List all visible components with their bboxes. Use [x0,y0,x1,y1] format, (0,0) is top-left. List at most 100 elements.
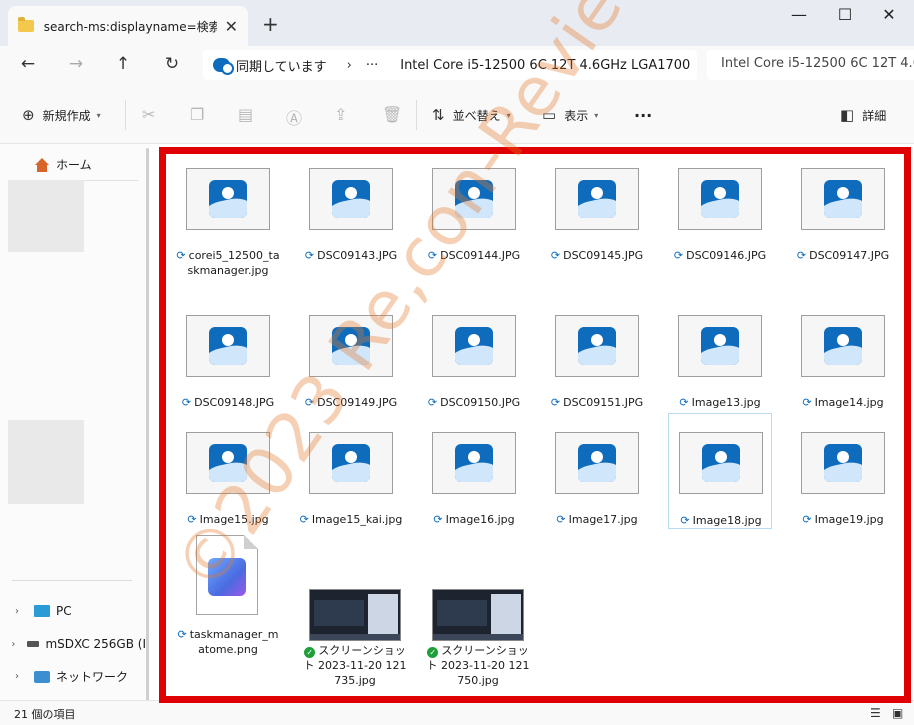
forward-arrow-icon[interactable]: → [64,54,88,74]
close-button[interactable]: ✕ [866,4,912,32]
screenshot-thumbnail [432,589,524,641]
tab-search-results[interactable]: search-ms:displayname=検索結果 ✕ [8,6,248,46]
syncing-icon: ⟳ [427,396,438,409]
chevron-right-icon[interactable]: › [0,639,27,650]
chevron-down-icon: ▾ [594,110,599,120]
breadcrumb-syncing[interactable]: 同期しています [236,56,327,75]
minimize-button[interactable]: — [776,4,822,32]
photo-icon [578,444,616,482]
file-name: ⟳ Image15_kai.jpg [299,512,403,527]
file-name-text: DSC09144.JPG [440,249,521,262]
breadcrumb-more[interactable]: ··· [366,58,378,73]
sort-icon: ⇅ [432,106,445,124]
file-item[interactable]: ⟳ Image17.jpg [545,432,649,572]
syncing-icon: ⟳ [176,249,186,262]
up-arrow-icon[interactable]: ↑ [111,54,135,74]
new-tab-button[interactable]: + [262,12,279,36]
file-name: ⟳ DSC09149.JPG [299,395,403,410]
chevron-down-icon: ▾ [506,110,511,120]
share-icon[interactable]: ⇪ [334,105,347,124]
item-count: 21 個の項目 [14,708,76,721]
file-item[interactable]: ⟳ DSC09145.JPG [545,168,649,308]
details-view-icon[interactable]: ☰ [870,706,881,720]
paste-icon[interactable]: ▤ [238,105,253,124]
details-label: 詳細 [862,108,887,123]
cut-icon[interactable]: ✂ [142,105,155,124]
refresh-icon[interactable]: ↻ [160,54,184,74]
file-thumbnail [309,432,393,494]
chevron-down-icon: ▾ [96,110,101,120]
view-button[interactable]: ▭ 表示 ▾ [542,106,598,124]
photo-icon [578,327,616,365]
photo-icon [578,180,616,218]
sidebar-home-label: ホーム [56,158,92,172]
file-name-text: Image17.jpg [568,513,638,526]
file-item[interactable]: ⟳ Image15_kai.jpg [299,432,403,572]
file-name: ⟳ Image19.jpg [791,512,895,527]
breadcrumb[interactable]: 同期しています › ··· Intel Core i5-12500 6C 12T… [203,50,697,80]
file-name: ⟳ DSC09143.JPG [299,248,403,263]
copy-icon[interactable]: ❐ [190,105,204,124]
sidebar-item-network[interactable]: › ネットワーク [0,668,146,685]
divider [12,580,132,581]
file-item[interactable]: ⟳ Image19.jpg [791,432,895,572]
sidebar-sdcard-label: mSDXC 256GB (I [45,637,146,651]
divider [416,100,417,130]
file-item[interactable]: ⟳ Image16.jpg [422,432,526,572]
sidebar-item-pc[interactable]: › PC [0,604,146,618]
sidebar-item-sdcard[interactable]: › mSDXC 256GB (I [0,637,146,651]
sidebar-item-home[interactable]: ホーム [34,156,92,173]
file-item[interactable]: ⟳ Image18.jpg [668,413,772,529]
sidebar-scrollbar[interactable] [146,148,149,708]
delete-icon[interactable]: 🗑 [382,105,402,124]
tab-close-icon[interactable]: ✕ [225,17,238,36]
back-arrow-icon[interactable]: ← [16,54,40,74]
file-item[interactable]: ⟳ taskmanager_matome.png [176,535,280,691]
breadcrumb-folder[interactable]: Intel Core i5-12500 6C 12T 4.6GHz LGA170… [400,58,690,73]
file-name: ⟳ Image13.jpg [668,395,772,410]
rename-icon[interactable]: Ⓐ [286,105,302,129]
photo-icon [209,327,247,365]
chevron-right-icon[interactable]: › [0,606,34,617]
details-button[interactable]: ◧ 詳細 [840,106,886,124]
file-thumbnail [555,432,639,494]
tiles-view-icon[interactable]: ▣ [892,706,903,720]
search-input[interactable]: Intel Core i5-12500 6C 12T 4.6GHz LGA170… [707,50,914,80]
photo-icon [209,444,247,482]
file-thumbnail [555,168,639,230]
redacted-block [8,420,84,504]
photo-icon [332,327,370,365]
address-bar: ← → ↑ ↻ 同期しています › ··· Intel Core i5-1250… [0,46,914,86]
photos-app-icon [208,558,246,596]
sort-button[interactable]: ⇅ 並べ替え ▾ [432,106,511,124]
more-icon: ··· [634,106,653,125]
file-item[interactable]: ⟳ DSC09147.JPG [791,168,895,308]
view-label: 表示 [564,108,589,123]
plus-circle-icon: ⊕ [22,106,35,124]
file-item[interactable]: ⟳ DSC09144.JPG [422,168,526,308]
file-item[interactable]: ⟳ DSC09146.JPG [668,168,772,308]
new-button[interactable]: ⊕ 新規作成 ▾ [22,106,101,124]
photo-icon [209,180,247,218]
file-name-text: DSC09149.JPG [317,396,398,409]
file-name-text: Image15_kai.jpg [311,513,403,526]
file-thumbnail [801,315,885,377]
file-thumbnail [432,168,516,230]
file-item[interactable]: ⟳ DSC09143.JPG [299,168,403,308]
sync-cloud-icon [213,58,234,75]
photo-icon [332,180,370,218]
photo-icon [824,444,862,482]
photo-icon [701,327,739,365]
more-button[interactable]: ··· [634,106,652,125]
file-name-text: Image13.jpg [691,396,761,409]
chevron-right-icon[interactable]: › [0,671,34,682]
syncing-icon: ⟳ [680,514,690,527]
syncing-icon: ⟳ [550,396,561,409]
file-name: ⟳ DSC09150.JPG [422,395,526,410]
maximize-button[interactable]: ☐ [822,4,868,32]
syncing-icon: ⟳ [679,396,689,409]
file-name: ⟳ Image18.jpg [669,513,773,528]
synced-check-icon: ✓ [427,647,439,658]
file-name: ⟳ DSC09145.JPG [545,248,649,263]
file-item[interactable]: ⟳ corei5_12500_taskmanager.jpg [176,168,280,308]
